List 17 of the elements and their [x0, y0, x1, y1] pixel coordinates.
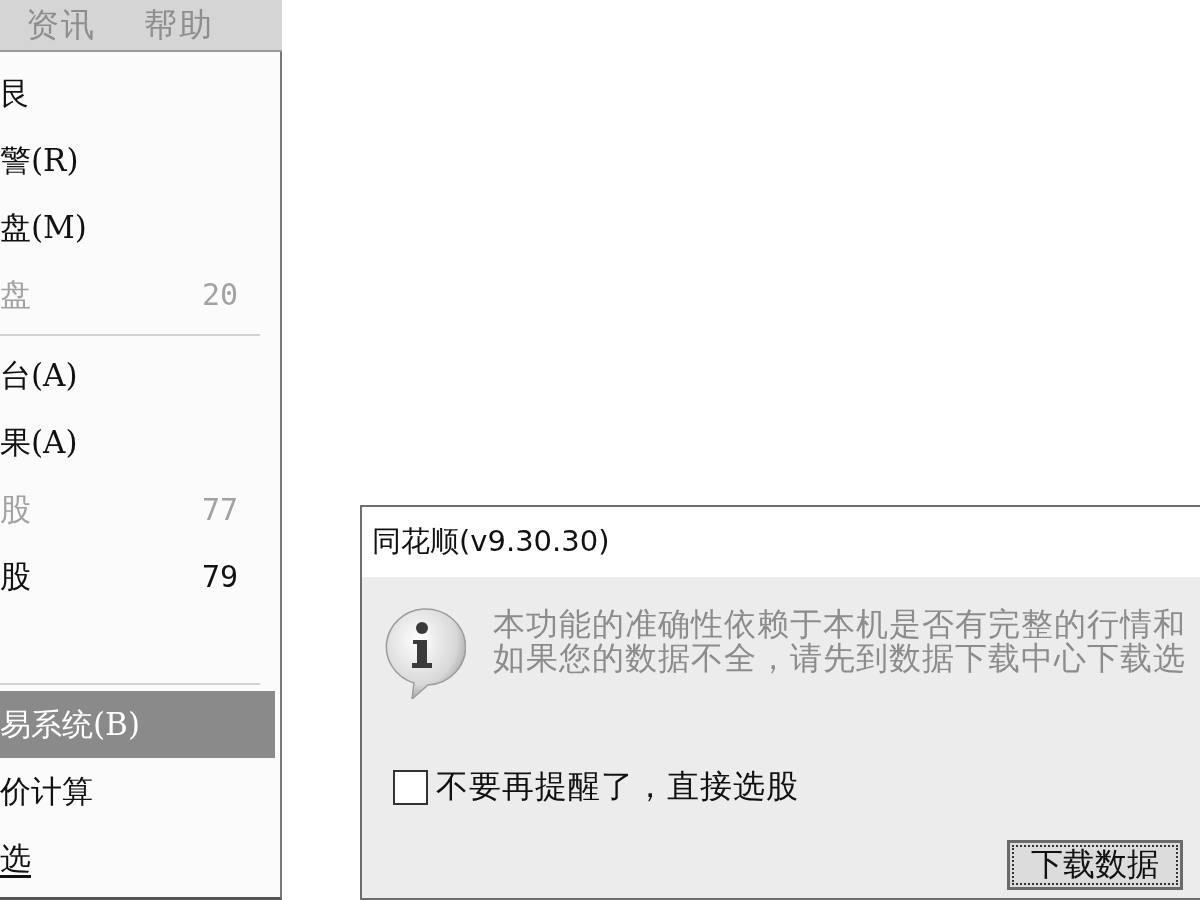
item-count: 20 [201, 277, 238, 312]
download-button[interactable]: 下载数据 [1007, 840, 1183, 890]
message-text: 如果您的数据不全，请先到数据下载中心下载选 [493, 641, 1186, 675]
message-text: 本功能的准确性依赖于本机是否有完整的行情和 [493, 607, 1186, 641]
menu-item[interactable]: 果(A) [0, 409, 275, 476]
menu-item[interactable]: 警(R) [0, 127, 275, 194]
menu-item[interactable]: 艮 [0, 60, 275, 127]
menu-item[interactable]: 价计算 [0, 758, 275, 825]
checkbox[interactable] [393, 769, 428, 805]
dialog-title: 同花顺(v9.30.30) [372, 523, 610, 560]
menu-item[interactable]: 盘(M) [0, 194, 275, 261]
menu-item[interactable]: 股 79 [0, 543, 275, 610]
menu-item[interactable]: 台(A) [0, 342, 275, 409]
checkbox-label[interactable]: 不要再提醒了，直接选股 [436, 765, 799, 809]
item-count: 77 [201, 492, 238, 527]
item-count: 79 [201, 559, 238, 594]
menu-item[interactable]: 选 [0, 825, 275, 892]
